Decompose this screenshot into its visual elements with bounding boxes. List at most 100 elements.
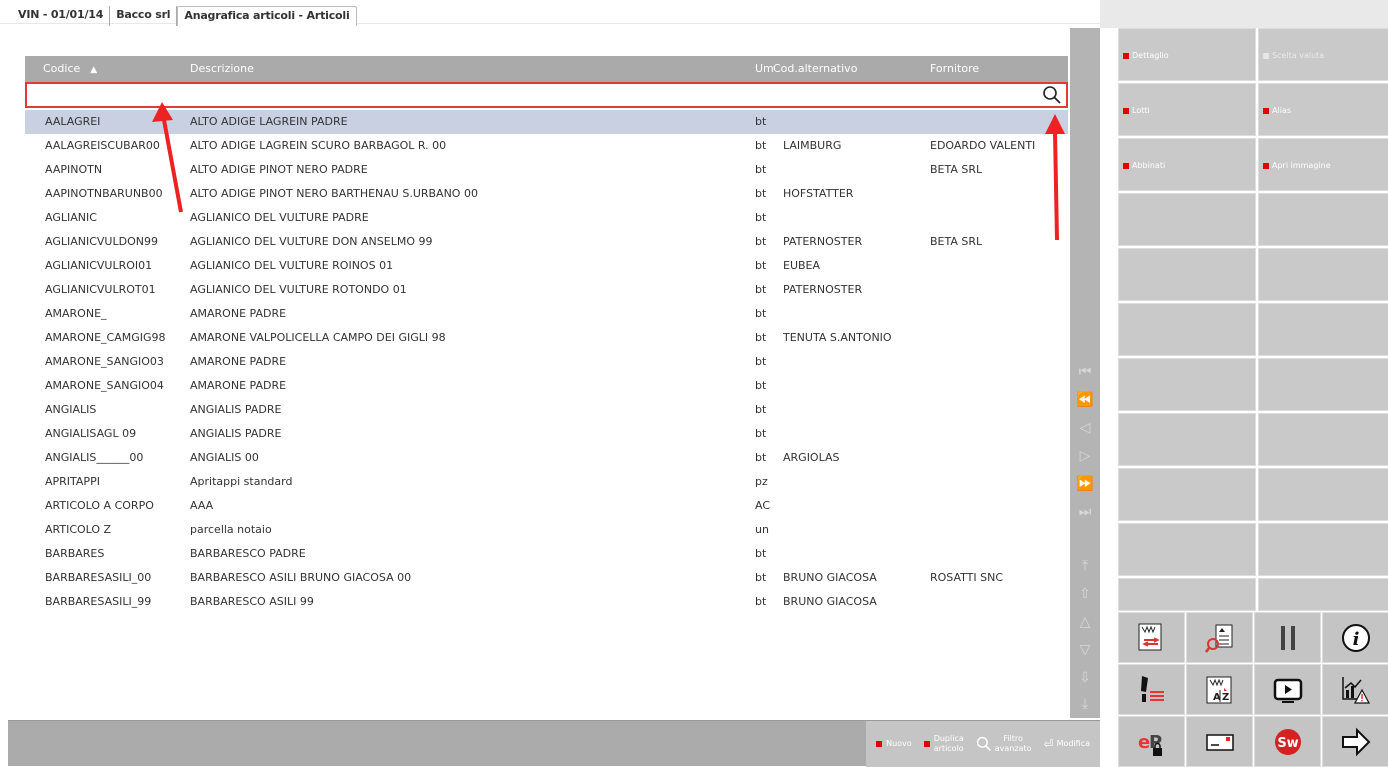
row-codice: AGLIANICVULDON99 [45, 235, 158, 248]
breadcrumb: VIN - 01/01/14 Bacco srl Anagrafica arti… [8, 6, 357, 26]
row-descrizione: BARBARESCO ASILI 99 [190, 595, 314, 608]
return-arrow-icon: ⏎ [1043, 737, 1054, 751]
row-codice: AGLIANICVULROT01 [45, 283, 156, 296]
table-row[interactable]: AMARONE_CAMGIG98 AMARONE VALPOLICELLA CAM… [25, 326, 1068, 350]
first-record-icon[interactable]: ⏮ [1075, 362, 1095, 382]
tab-anagrafica-articoli[interactable]: Anagrafica articoli - Articoli [177, 6, 357, 26]
info-icon[interactable]: i [1322, 612, 1388, 663]
row-codice: AMARONE_SANGIO04 [45, 379, 164, 392]
row-codice: BARBARESASILI_00 [45, 571, 152, 584]
table-row[interactable]: AGLIANICVULROT01 AGLIANICO DEL VULTURE RO… [25, 278, 1068, 302]
header-cod-alternativo[interactable]: Cod.alternativo [773, 62, 857, 75]
svg-text:i: i [1352, 629, 1359, 650]
row-um: bt [755, 283, 767, 296]
filtro-avanzato-button[interactable]: Filtro avanzato [976, 734, 1032, 754]
row-cod-alternativo: PATERNOSTER [783, 283, 863, 296]
header-um[interactable]: Um [755, 62, 774, 75]
svg-text:Z: Z [1222, 692, 1229, 703]
table-row[interactable]: ARTICOLO Z parcella notaio un [25, 518, 1068, 542]
sort-az-icon[interactable]: AZ [1186, 664, 1253, 715]
table-row[interactable]: BARBARESASILI_00 BARBARESCO ASILI BRUNO G… [25, 566, 1068, 590]
row-descrizione: BARBARESCO ASILI BRUNO GIACOSA 00 [190, 571, 412, 584]
row-codice: BARBARESASILI_99 [45, 595, 152, 608]
lotti-button[interactable]: Lotti [1118, 83, 1256, 136]
table-row[interactable]: ANGIALIS______00 ANGIALIS 00 bt ARGIOLAS [25, 446, 1068, 470]
scroll-page-down-icon[interactable]: ⇩ [1075, 668, 1095, 688]
search-input[interactable] [25, 82, 1068, 108]
table-row[interactable]: AMARONE_ AMARONE PADRE bt [25, 302, 1068, 326]
empty-slot [1118, 413, 1256, 466]
next-record-icon[interactable]: ▷ [1075, 446, 1095, 466]
table-row[interactable]: AGLIANICVULDON99 AGLIANICO DEL VULTURE DO… [25, 230, 1068, 254]
card-icon[interactable] [1186, 716, 1253, 767]
next-page-icon[interactable]: ⏩ [1075, 474, 1095, 494]
chart-warning-icon[interactable] [1322, 664, 1388, 715]
row-descrizione: AAA [190, 499, 214, 512]
ep-lock-icon[interactable]: eP [1118, 716, 1185, 767]
modifica-button[interactable]: ⏎ Modifica [1043, 737, 1091, 751]
breadcrumb-environment[interactable]: VIN - 01/01/14 [8, 6, 111, 26]
play-video-icon[interactable] [1254, 664, 1321, 715]
row-descrizione: AMARONE VALPOLICELLA CAMPO DEI GIGLI 98 [190, 331, 446, 344]
empty-slot [1118, 468, 1256, 521]
previous-page-icon[interactable]: ⏪ [1075, 390, 1095, 410]
scroll-page-up-icon[interactable]: ⇧ [1075, 584, 1095, 604]
table-row[interactable]: AMARONE_SANGIO04 AMARONE PADRE bt [25, 374, 1068, 398]
scelta-valuta-button[interactable]: Scelta valuta [1258, 28, 1388, 81]
row-cod-alternativo: EUBEA [783, 259, 821, 272]
row-um: bt [755, 163, 767, 176]
table-row[interactable]: AALAGREISCUBAR00 ALTO ADIGE LAGREIN SCURO… [25, 134, 1068, 158]
row-descrizione: AMARONE PADRE [190, 307, 287, 320]
table-row[interactable]: ANGIALISAGL 09 ANGIALIS PADRE bt [25, 422, 1068, 446]
top-bar: VIN - 01/01/14 Bacco srl Anagrafica arti… [0, 0, 1100, 26]
table-row[interactable]: ANGIALIS ANGIALIS PADRE bt [25, 398, 1068, 422]
top-right-bar [1100, 0, 1388, 28]
pause-icon[interactable] [1254, 612, 1321, 663]
table-row[interactable]: AAPINOTNBARUNB00 ALTO ADIGE PINOT NERO BA… [25, 182, 1068, 206]
breadcrumb-company[interactable]: Bacco srl [110, 6, 178, 26]
dettaglio-button[interactable]: Dettaglio [1118, 28, 1256, 81]
row-codice: BARBARES [45, 547, 105, 560]
table-row[interactable]: APRITAPPI Apritappi standard pz [25, 470, 1068, 494]
row-um: bt [755, 211, 767, 224]
table-row[interactable]: AALAGREI ALTO ADIGE LAGREIN PADRE bt [25, 110, 1068, 134]
header-descrizione[interactable]: Descrizione [190, 62, 254, 75]
abbinati-button[interactable]: Abbinati [1118, 138, 1256, 191]
table-row[interactable]: BARBARES BARBARESCO PADRE bt [25, 542, 1068, 566]
scroll-bottom-icon[interactable]: ⤓ [1075, 694, 1095, 714]
search-icon[interactable] [1042, 85, 1062, 105]
duplica-articolo-button[interactable]: Duplica articolo [923, 734, 964, 754]
table-row[interactable]: AGLIANICVULROI01 AGLIANICO DEL VULTURE RO… [25, 254, 1068, 278]
empty-slot [1258, 468, 1388, 521]
row-um: bt [755, 307, 767, 320]
previous-record-icon[interactable]: ◁ [1075, 418, 1095, 438]
header-codice[interactable]: Codice ▲ [43, 62, 97, 75]
last-record-icon[interactable]: ⏭ [1075, 502, 1095, 522]
row-fornitore: BETA SRL [930, 235, 983, 248]
table-row[interactable]: AGLIANIC AGLIANICO DEL VULTURE PADRE bt [25, 206, 1068, 230]
nuovo-button[interactable]: Nuovo [876, 739, 912, 749]
empty-slot [1258, 193, 1388, 246]
row-descrizione: AMARONE PADRE [190, 379, 287, 392]
row-codice: ARTICOLO Z [45, 523, 112, 536]
scroll-up-icon[interactable]: △ [1075, 612, 1095, 632]
arrow-right-icon[interactable] [1322, 716, 1388, 767]
row-um: pz [755, 475, 768, 488]
row-um: bt [755, 355, 767, 368]
export-icon[interactable] [1118, 612, 1185, 663]
table-row[interactable]: ARTICOLO A CORPO AAA AC [25, 494, 1068, 518]
table-row[interactable]: BARBARESASILI_99 BARBARESCO ASILI 99 bt BRU… [25, 590, 1068, 614]
sw-logo-icon[interactable]: Sw [1254, 716, 1321, 767]
edit-list-icon[interactable] [1118, 664, 1185, 715]
header-fornitore[interactable]: Fornitore [930, 62, 979, 75]
table-row[interactable]: AAPINOTN ALTO ADIGE PINOT NERO PADRE bt BET… [25, 158, 1068, 182]
alias-button[interactable]: Alias [1258, 83, 1388, 136]
empty-slot [1118, 523, 1256, 576]
row-descrizione: ALTO ADIGE LAGREIN PADRE [190, 115, 348, 128]
scroll-top-icon[interactable]: ⤒ [1075, 556, 1095, 576]
apri-immagine-button[interactable]: Apri immagine [1258, 138, 1388, 191]
empty-slot [1258, 303, 1388, 356]
scroll-down-icon[interactable]: ▽ [1075, 640, 1095, 660]
search-document-icon[interactable] [1186, 612, 1253, 663]
table-row[interactable]: AMARONE_SANGIO03 AMARONE PADRE bt [25, 350, 1068, 374]
